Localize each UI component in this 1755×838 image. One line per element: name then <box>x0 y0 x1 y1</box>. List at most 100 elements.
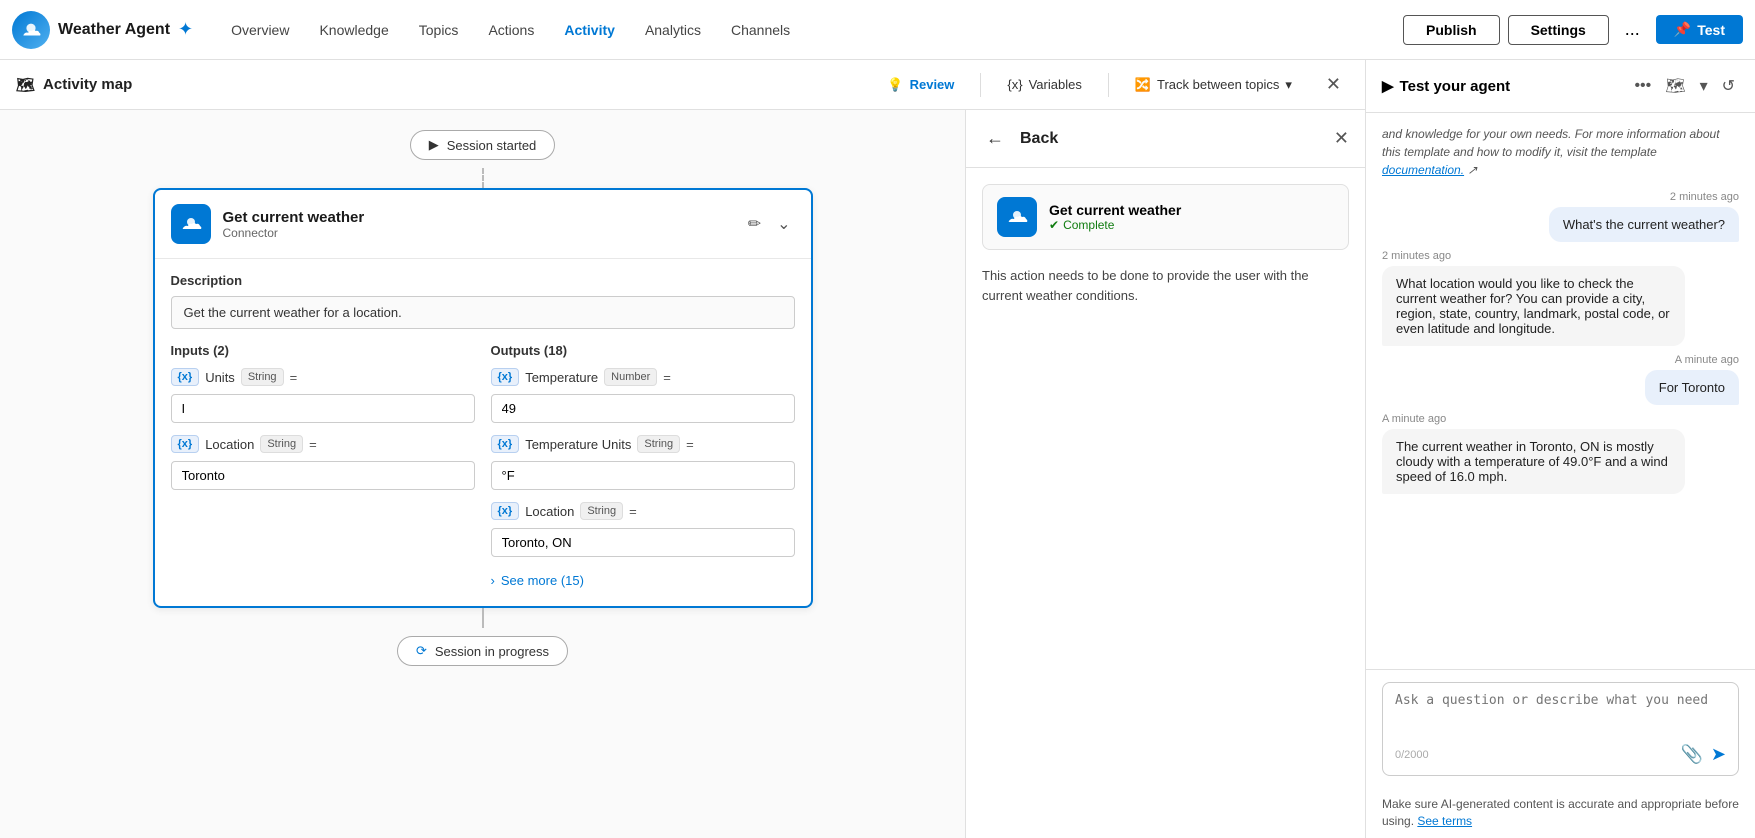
output-temp-units-row: {x} Temperature Units String = <box>491 435 795 453</box>
char-count: 0/2000 <box>1395 749 1429 761</box>
location-type: String <box>260 435 303 453</box>
nav-overview[interactable]: Overview <box>217 14 303 46</box>
connector-line-bottom <box>482 608 484 628</box>
flow-area: ▶ Session started <box>0 110 965 686</box>
more-test-btn[interactable]: ••• <box>1630 73 1655 99</box>
units-eq: = <box>290 370 298 385</box>
chevron-down-icon: ▾ <box>1285 77 1292 93</box>
chevron-test-btn[interactable]: ▾ <box>1696 72 1712 100</box>
out-loc-type: String <box>580 502 623 520</box>
review-button[interactable]: 💡 Review <box>873 71 968 99</box>
session-progress-node: ⟳ Session in progress <box>397 636 568 666</box>
card-title: Get current weather <box>223 209 744 226</box>
detail-content: Get current weather ✔ Complete This acti… <box>966 168 1365 838</box>
out-loc-eq: = <box>629 504 637 519</box>
app-logo: Weather Agent ✦ <box>12 11 193 49</box>
edit-button[interactable]: ✏ <box>744 210 765 238</box>
see-more-button[interactable]: › See more (15) <box>491 569 795 592</box>
msg-group-3: A minute ago For Toronto <box>1382 354 1739 405</box>
play-icon: ▶ <box>429 137 439 153</box>
msg-group-1: 2 minutes ago What's the current weather… <box>1382 191 1739 242</box>
documentation-link[interactable]: documentation. <box>1382 163 1464 177</box>
card-subtitle: Connector <box>223 226 744 240</box>
chat-input-box: 0/2000 📎 ➤ <box>1382 682 1739 776</box>
detail-panel-title: Back <box>1020 130 1322 148</box>
attach-button[interactable]: 📎 <box>1680 744 1702 765</box>
test-button[interactable]: 📌 Test <box>1656 15 1743 44</box>
msg-time-2: 2 minutes ago <box>1382 250 1451 262</box>
refresh-test-btn[interactable]: ↺ <box>1718 72 1739 100</box>
description-label: Description <box>171 273 795 288</box>
units-label: Units <box>205 370 235 385</box>
activity-map-title: 🗺 Activity map <box>16 76 132 94</box>
location-string-input[interactable] <box>491 528 795 557</box>
nav-channels[interactable]: Channels <box>717 14 804 46</box>
nav-activity[interactable]: Activity <box>550 14 629 46</box>
output-location-row: {x} Location String = <box>491 502 795 520</box>
canvas-wrapper: ▶ Session started <box>0 110 1365 838</box>
detail-close-button[interactable]: ✕ <box>1334 128 1349 149</box>
msg-group-4: A minute ago The current weather in Toro… <box>1382 413 1739 494</box>
map-icon: 🗺 <box>16 76 35 94</box>
expand-icon: ▶ <box>1382 77 1394 95</box>
temp-units-input[interactable] <box>491 461 795 490</box>
units-input[interactable] <box>171 394 475 423</box>
connector-dashed-top <box>482 168 484 188</box>
nav-knowledge[interactable]: Knowledge <box>305 14 402 46</box>
map-test-btn[interactable]: 🗺 <box>1661 72 1689 100</box>
test-header-actions: ••• 🗺 ▾ ↺ <box>1630 72 1739 100</box>
app-icon <box>12 11 50 49</box>
separator-2 <box>1108 73 1109 97</box>
temp-units-type: String <box>637 435 680 453</box>
action-info: Get current weather ✔ Complete <box>1049 202 1181 232</box>
left-canvas: ▶ Session started <box>0 110 965 838</box>
top-nav: Weather Agent ✦ Overview Knowledge Topic… <box>0 0 1755 60</box>
track-topics-button[interactable]: 🔀 Track between topics ▾ <box>1121 71 1306 99</box>
close-canvas-button[interactable]: ✕ <box>1318 70 1349 99</box>
temp-units-label: Temperature Units <box>525 437 631 452</box>
publish-button[interactable]: Publish <box>1403 15 1500 45</box>
action-icon <box>997 197 1037 237</box>
out-loc-label: Location <box>525 504 574 519</box>
pin-icon: 📌 <box>1674 21 1691 38</box>
more-options-button[interactable]: ... <box>1617 15 1648 44</box>
session-progress-badge: ⟳ Session in progress <box>397 636 568 666</box>
card-actions: ✏ ⌄ <box>744 210 795 238</box>
outputs-section: Outputs (18) {x} Temperature Number = <box>491 343 795 592</box>
card-body: Description Get the current weather for … <box>155 259 811 606</box>
top-nav-actions: Publish Settings ... 📌 Test <box>1403 15 1743 45</box>
action-card: Get current weather ✔ Complete <box>982 184 1349 250</box>
out-loc-var-badge: {x} <box>491 502 520 520</box>
variables-button[interactable]: {x} Variables <box>993 71 1095 98</box>
test-panel: ▶ Test your agent ••• 🗺 ▾ ↺ and knowledg… <box>1365 60 1755 838</box>
variable-icon: {x} <box>1007 77 1022 92</box>
inputs-section: Inputs (2) {x} Units String = <box>171 343 475 592</box>
template-note: and knowledge for your own needs. For mo… <box>1382 125 1739 179</box>
msg-group-2: 2 minutes ago What location would you li… <box>1382 250 1739 346</box>
bubble-bot-2: The current weather in Toronto, ON is mo… <box>1382 429 1685 494</box>
temp-units-var-badge: {x} <box>491 435 520 453</box>
app-title: Weather Agent <box>58 21 170 39</box>
action-description: This action needs to be done to provide … <box>982 266 1349 305</box>
nav-topics[interactable]: Topics <box>405 14 473 46</box>
bubble-bot-1: What location would you like to check th… <box>1382 266 1685 346</box>
units-var-badge: {x} <box>171 368 200 386</box>
spark-icon[interactable]: ✦ <box>178 19 193 40</box>
chat-textarea[interactable] <box>1395 693 1726 733</box>
settings-button[interactable]: Settings <box>1508 15 1609 45</box>
action-name: Get current weather <box>1049 202 1181 218</box>
location-input[interactable] <box>171 461 475 490</box>
send-button[interactable]: ➤ <box>1711 744 1726 765</box>
nav-actions[interactable]: Actions <box>474 14 548 46</box>
terms-link[interactable]: See terms <box>1417 814 1472 828</box>
msg-time-4: A minute ago <box>1382 413 1446 425</box>
outputs-title: Outputs (18) <box>491 343 795 358</box>
bubble-user-1: What's the current weather? <box>1549 207 1739 242</box>
back-button[interactable]: ← <box>982 124 1008 153</box>
input-location-row: {x} Location String = <box>171 435 475 453</box>
io-grid: Inputs (2) {x} Units String = <box>171 343 795 592</box>
expand-button[interactable]: ⌄ <box>773 210 794 238</box>
temp-input[interactable] <box>491 394 795 423</box>
external-link-icon: ↗ <box>1467 163 1477 177</box>
nav-analytics[interactable]: Analytics <box>631 14 715 46</box>
